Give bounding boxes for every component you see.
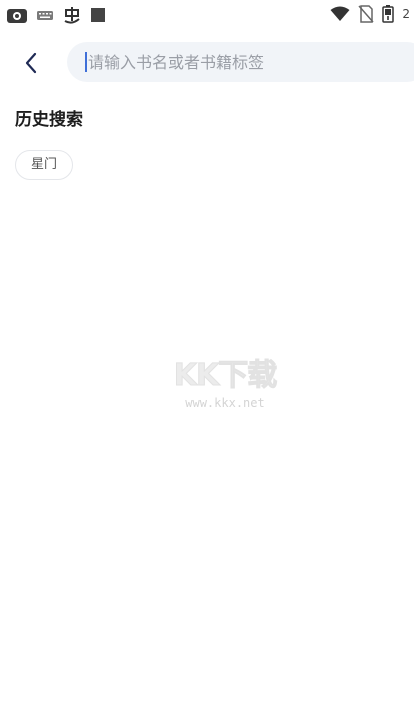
status-bar-left [6,5,106,25]
search-input[interactable] [88,52,368,72]
app-icon [7,9,27,23]
bug-icon [64,7,80,24]
history-title: 历史搜索 [15,110,83,130]
watermark-url: www.kkx.net [185,396,265,410]
status-clock: 2 [402,7,410,21]
back-button[interactable] [14,46,48,80]
status-bar-right: 2 [330,5,410,23]
search-box[interactable] [67,42,414,82]
history-chip[interactable]: 星门 [15,150,74,180]
search-header [0,40,414,84]
watermark: KK下载 www.kkx.net [150,358,300,411]
no-sim-icon [358,5,374,23]
watermark-logo: KK下载 [173,358,278,394]
history-list: 星门 [15,150,74,180]
square-icon [91,8,105,22]
keyboard-icon [37,11,53,20]
wifi-icon [330,6,350,21]
status-bar: 2 [0,0,414,30]
text-caret [85,52,87,72]
battery-icon [382,5,395,23]
chevron-left-icon [25,52,37,74]
